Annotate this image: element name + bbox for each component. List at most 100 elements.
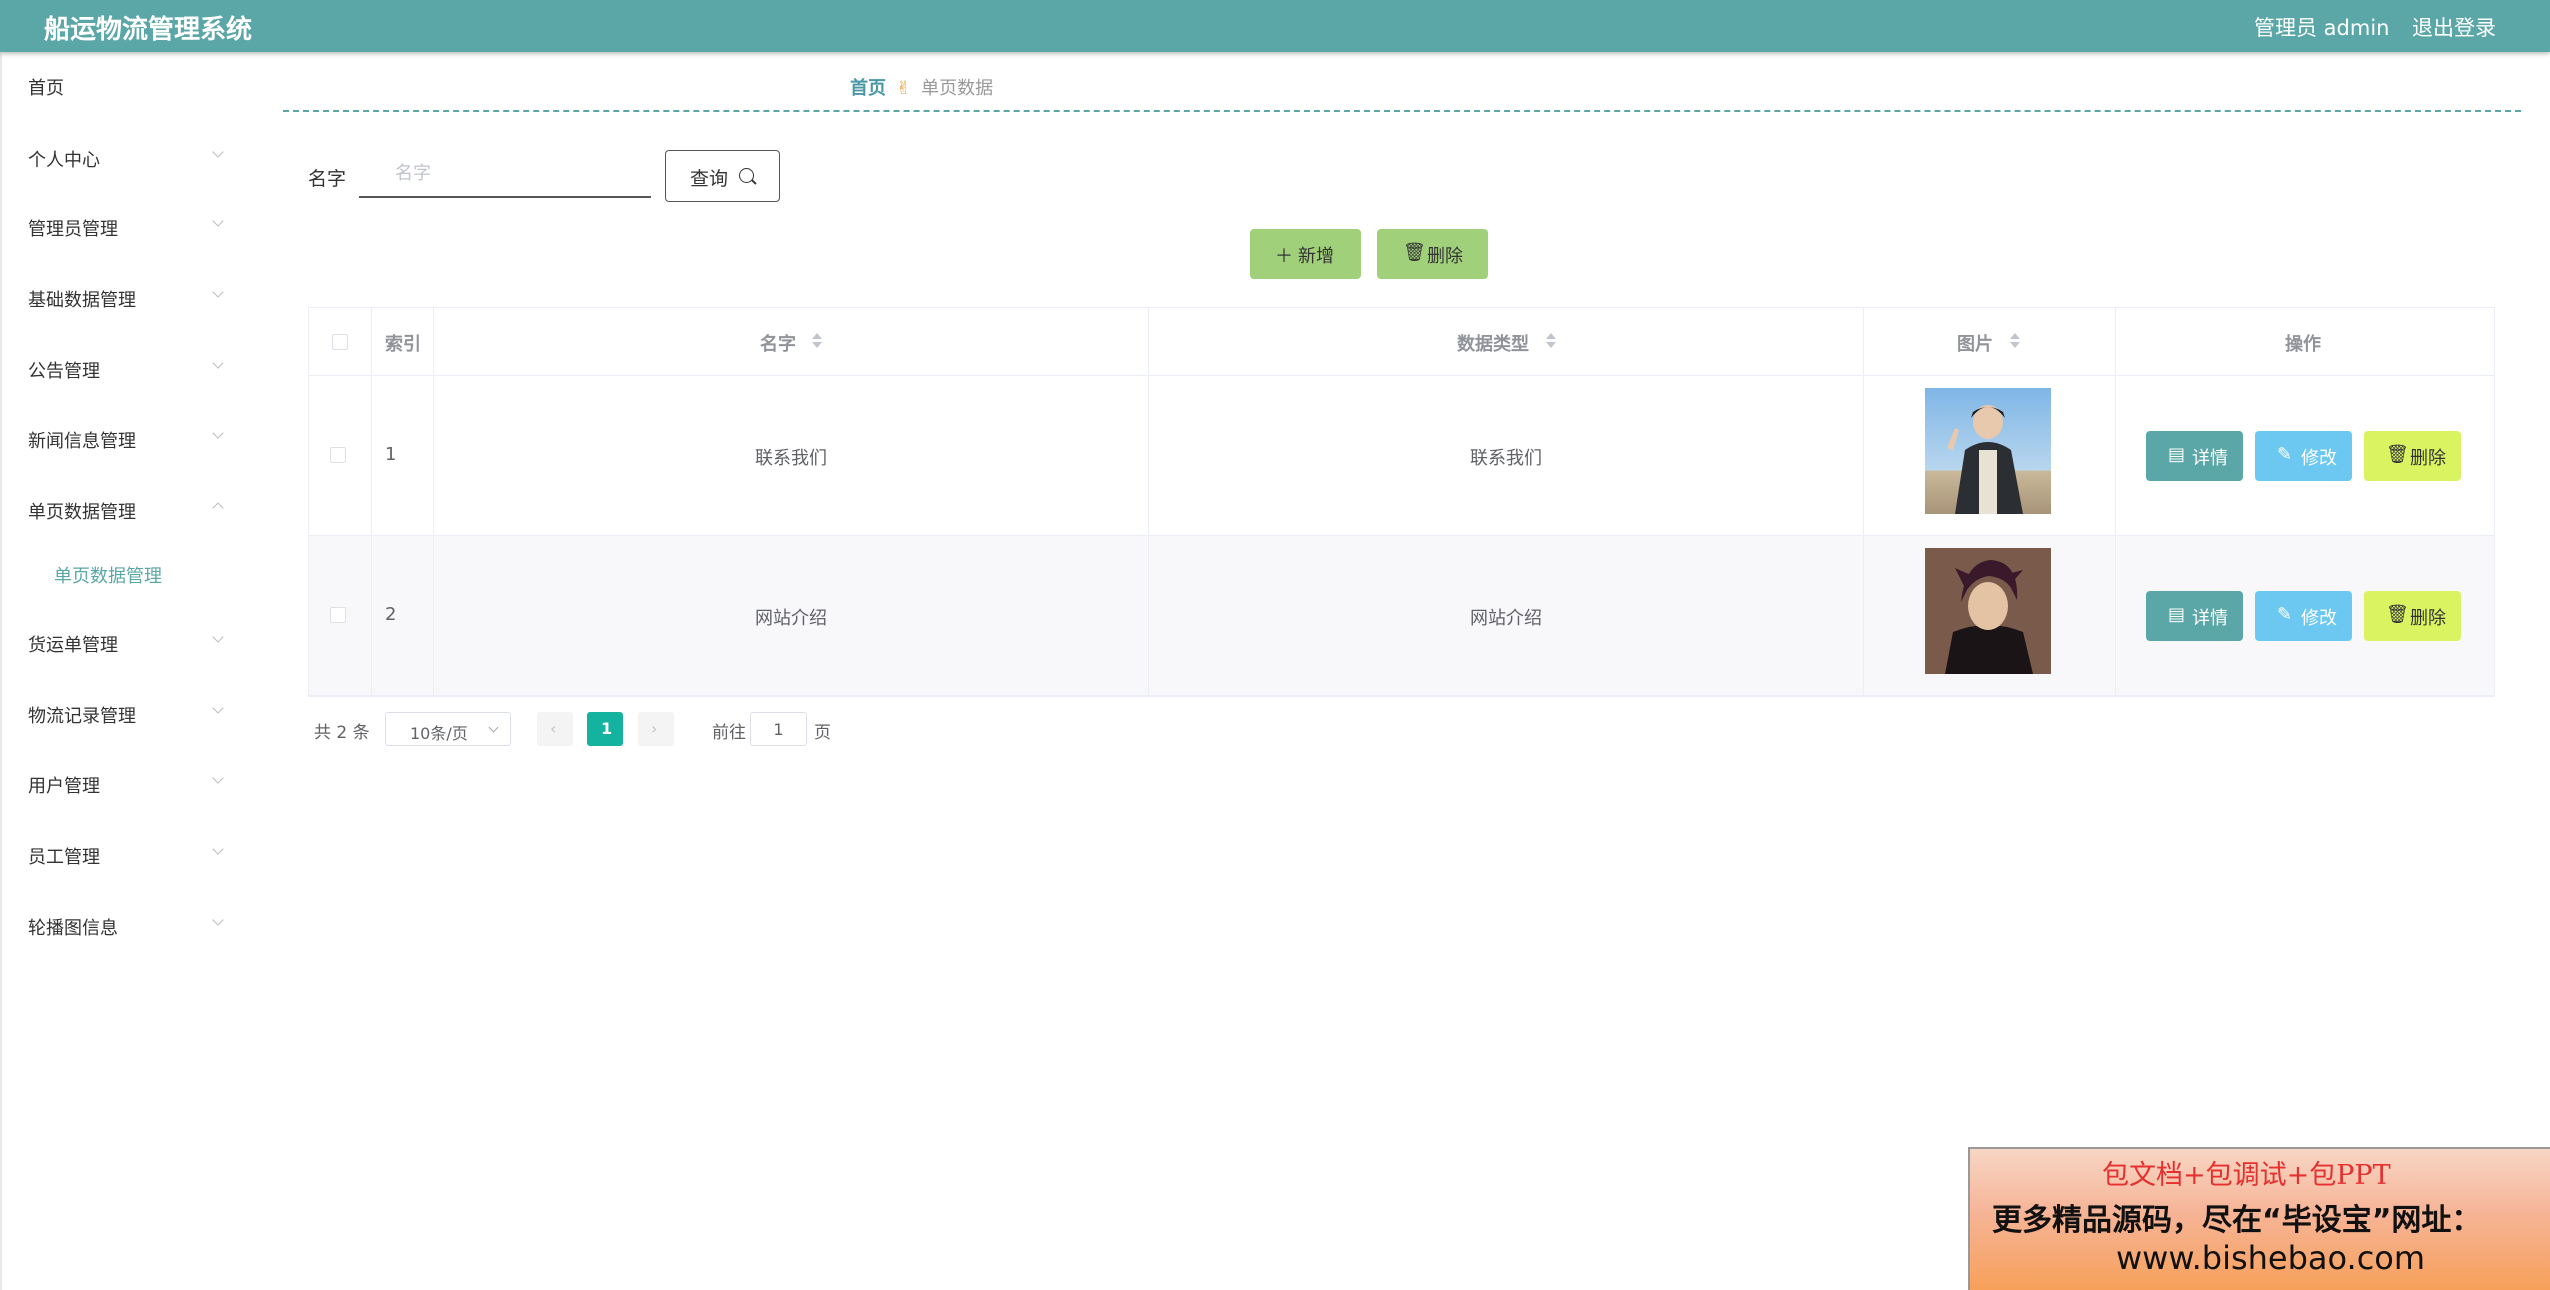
promo-url: www.bishebao.com — [2116, 1239, 2426, 1277]
promo-line-2: 更多精品源码，尽在“毕设宝”网址： — [1992, 1203, 2482, 1238]
next-page-button[interactable]: › — [638, 712, 674, 746]
prev-page-button[interactable]: ‹ — [537, 712, 573, 746]
batch-delete-button[interactable]: 🗑 删除 — [1377, 229, 1488, 279]
edit-button-label: 修改 — [2301, 608, 2337, 629]
sidebar-item-staff[interactable]: 员工管理 — [28, 835, 228, 875]
sidebar-item-label: 个人中心 — [28, 150, 100, 171]
row-type: 网站介绍 — [1470, 608, 1542, 629]
breadcrumb-current: 单页数据 — [921, 78, 994, 99]
trash-icon: 🗑 — [1403, 242, 1426, 263]
page-1-button[interactable]: 1 — [587, 712, 623, 746]
sidebar-item-label: 货运单管理 — [28, 635, 118, 656]
sort-icon[interactable] — [812, 333, 822, 351]
row-index-cell: 1 — [372, 376, 434, 535]
sidebar-item-personal-center[interactable]: 个人中心 — [28, 138, 228, 178]
row-checkbox[interactable] — [330, 447, 346, 463]
row-select-cell — [309, 376, 372, 535]
header-name[interactable]: 名字 — [434, 308, 1149, 376]
sidebar-item-users[interactable]: 用户管理 — [28, 764, 228, 804]
sidebar: 首页 个人中心 管理员管理 基础数据管理 公告管理 新闻信息管理 单页数据管理 … — [0, 52, 242, 1290]
data-table: 索引 名字 数据类型 图片 操作 1 联系我们 联系我们 ▤ 详情 ✎ 修改 🗑… — [308, 307, 2495, 697]
sidebar-item-notice[interactable]: 公告管理 — [28, 349, 228, 389]
promo-banner[interactable]: 包文档+包调试+包PPT 更多精品源码，尽在“毕设宝”网址： www.bishe… — [1968, 1147, 2550, 1290]
row-index-cell: 2 — [372, 536, 434, 695]
sidebar-item-label: 用户管理 — [28, 776, 100, 797]
sidebar-item-freight-order[interactable]: 货运单管理 — [28, 623, 228, 663]
sidebar-item-carousel[interactable]: 轮播图信息 — [28, 906, 228, 946]
goto-page-input[interactable] — [750, 712, 807, 746]
delete-button[interactable]: 🗑 删除 — [2364, 591, 2461, 641]
header-index-label: 索引 — [385, 334, 421, 355]
promo-line-1: 包文档+包调试+包PPT — [2102, 1160, 2391, 1191]
document-icon: ▤ — [2168, 444, 2186, 465]
goto-label: 前往 — [712, 723, 746, 743]
table-row: 2 网站介绍 网站介绍 ▤ 详情 ✎ 修改 🗑 删除 — [309, 536, 2494, 696]
sort-icon[interactable] — [2010, 333, 2020, 351]
sidebar-item-single-page[interactable]: 单页数据管理 — [28, 490, 228, 530]
detail-button[interactable]: ▤ 详情 — [2146, 591, 2243, 641]
row-name-cell: 网站介绍 — [434, 536, 1149, 695]
sidebar-item-news[interactable]: 新闻信息管理 — [28, 419, 228, 459]
breadcrumb-divider — [283, 110, 2521, 112]
logout-link[interactable]: 退出登录 — [2412, 12, 2496, 42]
row-checkbox[interactable] — [330, 607, 346, 623]
header-index: 索引 — [372, 308, 434, 376]
page-unit-label: 页 — [814, 723, 831, 743]
row-type: 联系我们 — [1470, 448, 1542, 469]
row-image-cell — [1864, 376, 2116, 535]
sidebar-item-home[interactable]: 首页 — [28, 66, 228, 106]
row-thumbnail-image[interactable] — [1925, 548, 2051, 674]
page-size-value: 10条/页 — [410, 724, 468, 743]
chevron-down-icon — [212, 843, 224, 855]
sidebar-item-label: 单页数据管理 — [28, 502, 136, 523]
victory-hand-icon: ✌ — [896, 78, 912, 99]
detail-button-label: 详情 — [2192, 608, 2228, 629]
header-name-label: 名字 — [760, 334, 796, 355]
trash-icon: 🗑 — [2386, 444, 2409, 465]
delete-button-label: 删除 — [2410, 608, 2446, 629]
batch-delete-label: 删除 — [1427, 246, 1463, 267]
row-index: 2 — [385, 604, 397, 625]
chevron-down-icon — [212, 772, 224, 784]
chevron-up-icon — [212, 502, 224, 514]
document-icon: ▤ — [2168, 604, 2186, 625]
app-title: 船运物流管理系统 — [44, 15, 253, 45]
edit-button[interactable]: ✎ 修改 — [2255, 431, 2352, 481]
sort-icon[interactable] — [1546, 333, 1556, 351]
header-select-all — [309, 308, 372, 376]
row-index: 1 — [385, 444, 397, 465]
row-select-cell — [309, 536, 372, 695]
row-type-cell: 网站介绍 — [1149, 536, 1864, 695]
sidebar-item-admin-management[interactable]: 管理员管理 — [28, 207, 228, 247]
add-button[interactable]: ＋ 新增 — [1250, 229, 1361, 279]
page-number: 1 — [601, 719, 613, 738]
edit-button[interactable]: ✎ 修改 — [2255, 591, 2352, 641]
query-button[interactable]: 查询 — [665, 150, 780, 202]
header-type[interactable]: 数据类型 — [1149, 308, 1864, 376]
chevron-down-icon — [488, 722, 499, 733]
sidebar-item-label: 新闻信息管理 — [28, 431, 136, 452]
sidebar-item-logistics-record[interactable]: 物流记录管理 — [28, 694, 228, 734]
pagination-total: 共 2 条 — [314, 723, 370, 743]
row-name: 联系我们 — [755, 448, 827, 469]
row-ops-cell: ▤ 详情 ✎ 修改 🗑 删除 — [2116, 376, 2494, 535]
breadcrumb-home[interactable]: 首页 — [850, 78, 886, 99]
header-image[interactable]: 图片 — [1864, 308, 2116, 376]
chevron-down-icon — [212, 215, 224, 227]
select-all-checkbox[interactable] — [332, 334, 348, 350]
detail-button[interactable]: ▤ 详情 — [2146, 431, 2243, 481]
header-type-label: 数据类型 — [1457, 334, 1529, 355]
header-operations: 操作 — [2116, 308, 2494, 376]
row-type-cell: 联系我们 — [1149, 376, 1864, 535]
add-button-label: 新增 — [1298, 246, 1334, 267]
search-label: 名字 — [308, 168, 347, 190]
search-input[interactable] — [359, 150, 651, 198]
submenu-item-single-page[interactable]: 单页数据管理 — [54, 562, 162, 588]
delete-button[interactable]: 🗑 删除 — [2364, 431, 2461, 481]
row-thumbnail-image[interactable] — [1925, 388, 2051, 514]
chevron-down-icon — [212, 631, 224, 643]
page-size-select[interactable]: 10条/页 — [385, 712, 511, 746]
sidebar-item-label: 首页 — [28, 78, 64, 99]
row-name: 网站介绍 — [755, 608, 827, 629]
sidebar-item-basic-data[interactable]: 基础数据管理 — [28, 278, 228, 318]
